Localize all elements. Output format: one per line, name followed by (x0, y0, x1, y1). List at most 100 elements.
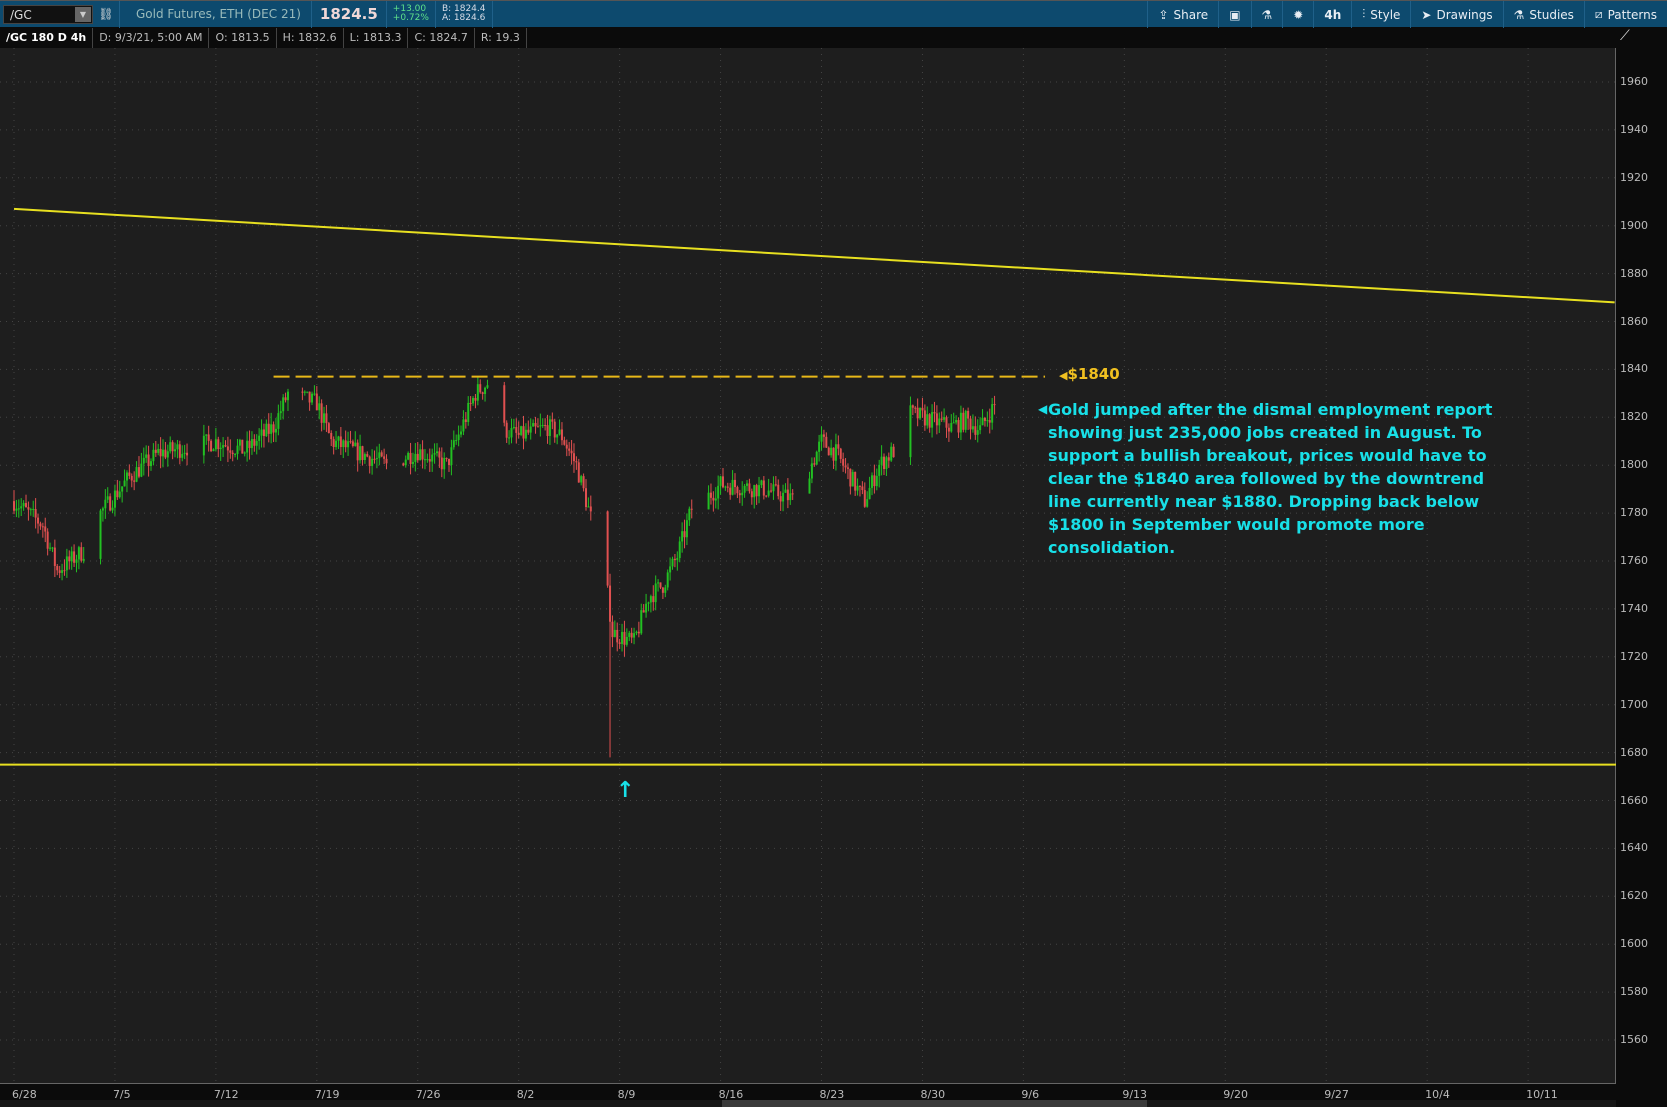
candle-body (503, 385, 506, 423)
price-tick-label: 1680 (1620, 745, 1648, 759)
candle-body (407, 452, 410, 460)
candle-body (186, 452, 189, 456)
price-axis[interactable]: 1960 1940 1920 1900 1880 1860 1840 1820 1800 1780… (1617, 48, 1667, 1084)
candle-body (911, 405, 914, 408)
candle-body (435, 451, 438, 454)
patterns-icon: ⧄ (1594, 7, 1603, 21)
price-tick-label: 1700 (1620, 697, 1648, 711)
chevron-down-icon[interactable]: ▼ (75, 6, 91, 22)
timeframe-button[interactable]: 4h (1313, 1, 1351, 28)
candle-body (974, 426, 977, 435)
candle-body (464, 419, 467, 423)
style-button[interactable]: ⫶ Style (1351, 1, 1410, 28)
candle-body (870, 475, 873, 488)
candle-body (818, 441, 821, 452)
candle-body (642, 610, 645, 613)
annotation-note: ◀ Gold jumped after the dismal employment… (1038, 400, 1493, 557)
candle-body (125, 472, 128, 481)
snapshot-button[interactable]: ▣ (1218, 1, 1250, 28)
candle-body (327, 423, 330, 433)
candle-body (49, 547, 52, 549)
candle-body (205, 434, 208, 436)
price-tick-label: 1820 (1620, 410, 1648, 424)
price-tick-label: 1760 (1620, 554, 1648, 567)
candle-body (830, 447, 833, 456)
candle-body (738, 493, 741, 496)
net-change: +13.00 +0.72% (392, 4, 429, 23)
candle-body (945, 417, 948, 428)
share-icon: ⇪ (1158, 7, 1169, 22)
candle-body (582, 476, 585, 489)
candle-body (789, 493, 792, 501)
candle-body (909, 405, 912, 458)
candle-body (630, 632, 633, 638)
candle-body (743, 485, 746, 493)
resistance-label: ◀$1840 (1059, 365, 1120, 383)
studies-button[interactable]: ⚗ Studies (1502, 1, 1584, 28)
candle-body (61, 570, 64, 573)
candle-body (159, 448, 162, 457)
candle-body (947, 427, 950, 432)
candle-body (183, 452, 186, 454)
candle-body (524, 429, 527, 439)
candle-body (423, 459, 426, 461)
price-tick-label: 1600 (1620, 937, 1648, 951)
candle-body (628, 632, 631, 637)
candle-body (991, 404, 994, 423)
candle-body (270, 424, 273, 434)
candle-body (712, 497, 715, 501)
candle-body (510, 428, 513, 438)
up-arrow-icon: ↑ (616, 778, 635, 803)
candle-body (419, 449, 422, 461)
candle-body (681, 531, 684, 542)
symbol-input[interactable]: /GC ▼ (3, 4, 93, 24)
candle-body (539, 425, 542, 427)
price-axis-settings-icon[interactable]: ⟋ (1620, 28, 1642, 48)
candle-body (808, 478, 811, 494)
candle-body (325, 413, 328, 424)
candle-body (541, 425, 544, 427)
candle-body (762, 480, 765, 496)
candle-body (306, 391, 309, 393)
candle-body (825, 436, 828, 448)
candle-body (916, 407, 919, 419)
candle-body (863, 490, 866, 507)
candle-body (637, 631, 640, 634)
candle-body (931, 412, 934, 428)
patterns-button[interactable]: ⧄ Patterns (1583, 1, 1667, 28)
candle-body (779, 496, 782, 502)
bar-high: H: 1832.6 (277, 28, 344, 48)
candle-body (303, 391, 306, 393)
candle-body (142, 457, 145, 464)
candle-body (169, 442, 172, 452)
candle-body (709, 492, 712, 498)
settings-button[interactable]: ✹ (1282, 1, 1313, 28)
link-icon[interactable]: ⛓ (97, 7, 115, 21)
candle-body (27, 507, 30, 510)
candle-body (109, 496, 112, 511)
share-button[interactable]: ⇪ Share (1147, 1, 1218, 28)
candle-body (505, 422, 508, 438)
candle-body (527, 429, 530, 433)
candle-body (354, 442, 357, 447)
chart-plot-area[interactable] (0, 48, 1616, 1084)
candle-body (791, 493, 794, 495)
candle-body (438, 451, 441, 458)
price-tick-label: 1900 (1620, 218, 1648, 232)
candle-body (832, 447, 835, 461)
candle-body (661, 587, 664, 593)
lab-button[interactable]: ⚗ (1250, 1, 1283, 28)
price-tick-label: 1620 (1620, 889, 1648, 903)
candle-body (673, 558, 676, 561)
scrollbar-thumb[interactable] (722, 1100, 1147, 1107)
candle-body (950, 423, 953, 432)
candle-body (664, 587, 667, 593)
drawings-button[interactable]: ➤ Drawings (1410, 1, 1502, 28)
candle-body (53, 547, 56, 566)
candle-body (584, 488, 587, 508)
candle-body (214, 439, 217, 450)
candle-body (484, 387, 487, 394)
candle-body (51, 547, 54, 549)
price-tick-label: 1560 (1620, 1033, 1648, 1046)
candlestick-chart (0, 48, 1616, 1084)
